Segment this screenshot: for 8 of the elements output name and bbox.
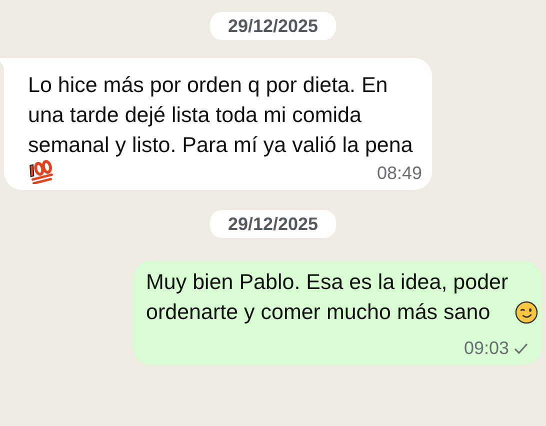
message-text: Lo hice más por orden q por dieta. En una tarde dejé lista toda mi comida semanal y listo. Para mí ya valió la pena [28, 72, 414, 159]
message-time: 08:49 [376, 162, 422, 184]
date-label: 29/12/2025 [210, 210, 336, 238]
date-label: 29/12/2025 [210, 12, 336, 40]
hundred-points-icon [28, 160, 54, 184]
wink-face-icon [515, 300, 538, 324]
message-text: Muy bien Pablo. Esa es la idea, poder ordenarte y comer mucho más sano [146, 269, 510, 326]
message-time: 09:03 [464, 337, 509, 359]
